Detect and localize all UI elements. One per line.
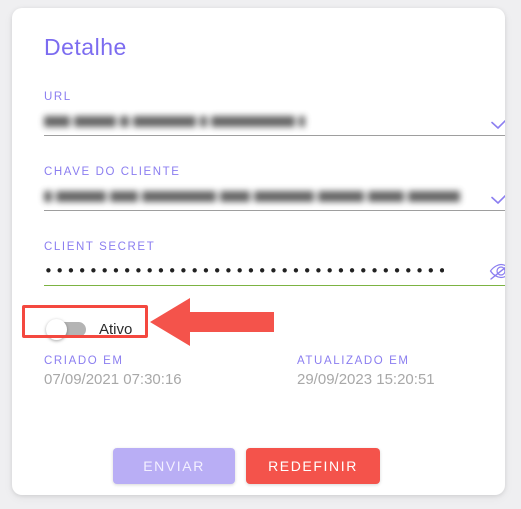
field-underline-url bbox=[44, 135, 505, 136]
ativo-toggle[interactable]: Ativo bbox=[42, 314, 146, 344]
created-at-label: CRIADO EM bbox=[44, 355, 124, 367]
field-label-client-key: CHAVE DO CLIENTE bbox=[44, 166, 181, 178]
field-value-url-redacted[interactable] bbox=[44, 113, 362, 127]
updated-at-block: ATUALIZADO EM 29/09/2023 15:20:51 bbox=[297, 354, 435, 389]
action-buttons: ENVIAR REDEFINIR bbox=[12, 448, 481, 484]
page-title: Detalhe bbox=[44, 34, 127, 60]
toggle-knob[interactable] bbox=[46, 318, 67, 340]
field-label-client-secret: CLIENT SECRET bbox=[44, 241, 156, 253]
submit-button[interactable]: ENVIAR bbox=[113, 448, 236, 484]
field-client-key: CHAVE DO CLIENTE bbox=[44, 165, 505, 211]
client-secret-input[interactable]: ••••••••••••••••••••••••••••••••••••••••… bbox=[44, 260, 444, 282]
updated-at-label: ATUALIZADO EM bbox=[297, 355, 410, 367]
reset-button[interactable]: REDEFINIR bbox=[246, 448, 380, 484]
created-at-value: 07/09/2021 07:30:16 bbox=[44, 371, 182, 388]
field-client-secret: CLIENT SECRET ••••••••••••••••••••••••••… bbox=[44, 240, 505, 286]
field-label-url: URL bbox=[44, 91, 72, 103]
field-underline-client-secret bbox=[44, 284, 505, 286]
field-value-client-key-redacted[interactable] bbox=[44, 188, 488, 202]
check-icon bbox=[488, 110, 505, 134]
toggle-track[interactable] bbox=[46, 318, 86, 340]
created-at-block: CRIADO EM 07/09/2021 07:30:16 bbox=[44, 354, 182, 389]
eye-off-icon[interactable] bbox=[488, 259, 505, 283]
updated-at-value: 29/09/2023 15:20:51 bbox=[297, 371, 435, 388]
detail-card: Detalhe URL CHAVE DO CLIENTE CLIENT SECR… bbox=[12, 8, 505, 495]
ativo-toggle-label: Ativo bbox=[99, 320, 133, 338]
field-underline-client-key bbox=[44, 210, 505, 211]
field-url: URL bbox=[44, 90, 505, 136]
check-icon bbox=[488, 185, 505, 209]
